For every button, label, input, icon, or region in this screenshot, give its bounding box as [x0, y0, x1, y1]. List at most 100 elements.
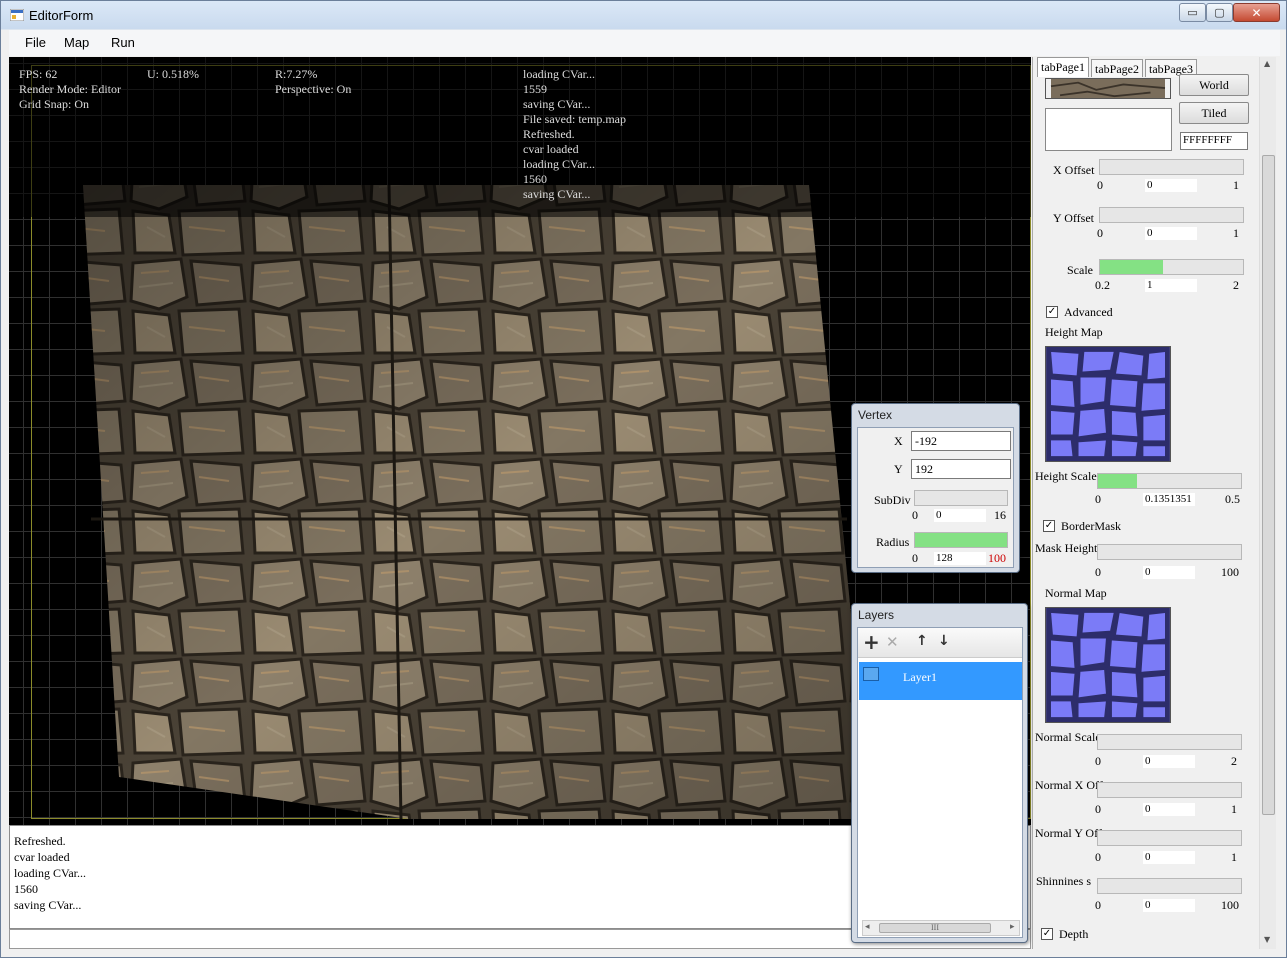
layer-item-layer1[interactable]: Layer1 — [859, 662, 1022, 700]
shininess-slider[interactable] — [1097, 878, 1242, 894]
console-line: 1560 — [14, 882, 38, 896]
properties-scrollbar[interactable]: ▲ ▼ — [1259, 57, 1276, 949]
close-button[interactable]: ✕ — [1233, 3, 1280, 22]
vertex-subdiv-label: SubDiv — [874, 493, 911, 507]
advanced-label: Advanced — [1064, 305, 1113, 319]
layers-horizontal-scrollbar[interactable]: ◂ III ▸ — [862, 920, 1020, 936]
radius-value[interactable]: 128 — [934, 552, 986, 565]
hud-grid-snap: Grid Snap: On — [19, 97, 89, 111]
radius-slider[interactable] — [914, 532, 1008, 548]
x-offset-slider[interactable] — [1099, 159, 1244, 175]
scroll-right-icon[interactable]: ▸ — [1010, 922, 1015, 932]
menu-map[interactable]: Map — [64, 35, 89, 50]
height-scale-min: 0 — [1095, 492, 1101, 506]
diffuse-texture-thumbnail[interactable] — [1045, 78, 1171, 99]
shininess-min: 0 — [1095, 898, 1101, 912]
mask-height-value[interactable]: 0 — [1143, 566, 1195, 579]
normal-y-offset-value[interactable]: 0 — [1143, 851, 1195, 864]
properties-panel: tabPage1 tabPage2 tabPage3 World Tiled F… — [1032, 57, 1280, 949]
vertex-x-input[interactable]: -192 — [911, 431, 1011, 451]
tiled-button[interactable]: Tiled — [1179, 102, 1249, 124]
normal-x-offset-min: 0 — [1095, 802, 1101, 816]
shininess-label: Shinnines s — [1035, 874, 1091, 888]
y-offset-value[interactable]: 0 — [1145, 227, 1197, 240]
advanced-checkbox[interactable]: ✓ — [1046, 306, 1058, 318]
normal-map-thumbnail[interactable] — [1045, 607, 1171, 723]
world-button[interactable]: World — [1179, 74, 1249, 96]
shininess-max: 100 — [1221, 898, 1239, 912]
normal-y-offset-max: 1 — [1231, 850, 1237, 864]
mask-height-max: 100 — [1221, 565, 1239, 579]
depth-checkbox[interactable]: ✓ — [1041, 928, 1053, 940]
scroll-thumb[interactable]: III — [879, 923, 991, 933]
tab-page1[interactable]: tabPage1 — [1037, 57, 1089, 77]
normal-x-offset-slider[interactable] — [1097, 782, 1242, 798]
height-scale-slider[interactable] — [1097, 473, 1242, 489]
height-map-label: Height Map — [1045, 325, 1103, 339]
hud-log-line: 1560 — [523, 172, 547, 186]
console-line: cvar loaded — [14, 850, 70, 864]
scroll-thumb[interactable] — [1262, 155, 1275, 815]
scale-max: 2 — [1233, 278, 1239, 292]
normal-scale-value[interactable]: 0 — [1143, 755, 1195, 768]
hud-log-line: cvar loaded — [523, 142, 579, 156]
x-offset-max: 1 — [1233, 178, 1239, 192]
border-mask-label: BorderMask — [1061, 519, 1121, 533]
height-scale-max: 0.5 — [1225, 492, 1240, 506]
subdiv-slider[interactable] — [914, 490, 1008, 506]
scroll-left-icon[interactable]: ◂ — [865, 922, 870, 932]
normal-y-offset-slider[interactable] — [1097, 830, 1242, 846]
add-layer-button[interactable]: + — [863, 630, 880, 654]
vertex-y-input[interactable]: 192 — [911, 459, 1011, 479]
scale-slider[interactable] — [1099, 259, 1244, 275]
vertex-panel: Vertex X -192 Y 192 SubDiv 0 0 16 Radius… — [851, 403, 1020, 573]
scroll-up-icon[interactable]: ▲ — [1264, 59, 1270, 68]
normal-scale-min: 0 — [1095, 754, 1101, 768]
hud-log-line: File saved: temp.map — [523, 112, 626, 126]
x-offset-value[interactable]: 0 — [1145, 179, 1197, 192]
menu-file[interactable]: File — [25, 35, 46, 50]
maximize-button[interactable]: ▢ — [1206, 3, 1233, 22]
console-line: saving CVar... — [14, 898, 82, 912]
normal-scale-slider[interactable] — [1097, 734, 1242, 750]
normal-x-offset-value[interactable]: 0 — [1143, 803, 1195, 816]
y-offset-slider[interactable] — [1099, 207, 1244, 223]
vertex-panel-body: X -192 Y 192 SubDiv 0 0 16 Radius 0 128 … — [857, 427, 1014, 568]
layers-panel-body: + ✕ ↑ ↓ Layer1 ◂ III ▸ — [857, 627, 1023, 938]
subdiv-max: 16 — [994, 508, 1006, 522]
vertex-y-label: Y — [894, 462, 903, 476]
normal-y-offset-label: Normal Y Offset — [1035, 826, 1116, 840]
x-offset-min: 0 — [1097, 178, 1103, 192]
menu-run[interactable]: Run — [111, 35, 135, 50]
hud-u: U: 0.518% — [147, 67, 199, 81]
vertex-radius-label: Radius — [876, 535, 910, 549]
color-hex-input[interactable]: FFFFFFFF — [1180, 132, 1248, 150]
tab-page2[interactable]: tabPage2 — [1091, 59, 1143, 77]
height-scale-value[interactable]: 0.1351351 — [1143, 493, 1195, 506]
height-scale-slider-fill — [1098, 474, 1137, 488]
minimize-button[interactable]: ▭ — [1179, 3, 1206, 22]
hud-log-line: saving CVar... — [523, 97, 591, 111]
subdiv-value[interactable]: 0 — [934, 509, 986, 522]
menu-bar: File Map Run — [9, 30, 1280, 56]
color-swatch[interactable] — [1045, 108, 1172, 151]
move-layer-down-button[interactable]: ↓ — [938, 633, 950, 649]
title-bar[interactable]: EditorForm ▭ ▢ ✕ — [1, 1, 1286, 30]
depth-label: Depth — [1059, 927, 1089, 941]
hud-fps: FPS: 62 — [19, 67, 58, 81]
height-map-thumbnail[interactable] — [1045, 346, 1171, 462]
normal-scale-max: 2 — [1231, 754, 1237, 768]
y-offset-label: Y Offset — [1053, 211, 1094, 225]
delete-layer-button[interactable]: ✕ — [886, 633, 899, 651]
hud-render-mode: Render Mode: Editor — [19, 82, 121, 96]
scale-value[interactable]: 1 — [1145, 279, 1197, 292]
scroll-down-icon[interactable]: ▼ — [1264, 935, 1270, 944]
hud-log-line: loading CVar... — [523, 157, 595, 171]
layer-visibility-checkbox[interactable] — [863, 667, 879, 681]
border-mask-checkbox[interactable]: ✓ — [1043, 520, 1055, 532]
move-layer-up-button[interactable]: ↑ — [916, 633, 928, 649]
hud-log-line: Refreshed. — [523, 127, 575, 141]
shininess-value[interactable]: 0 — [1143, 899, 1195, 912]
hud-perspective: Perspective: On — [275, 82, 352, 96]
mask-height-slider[interactable] — [1097, 544, 1242, 560]
